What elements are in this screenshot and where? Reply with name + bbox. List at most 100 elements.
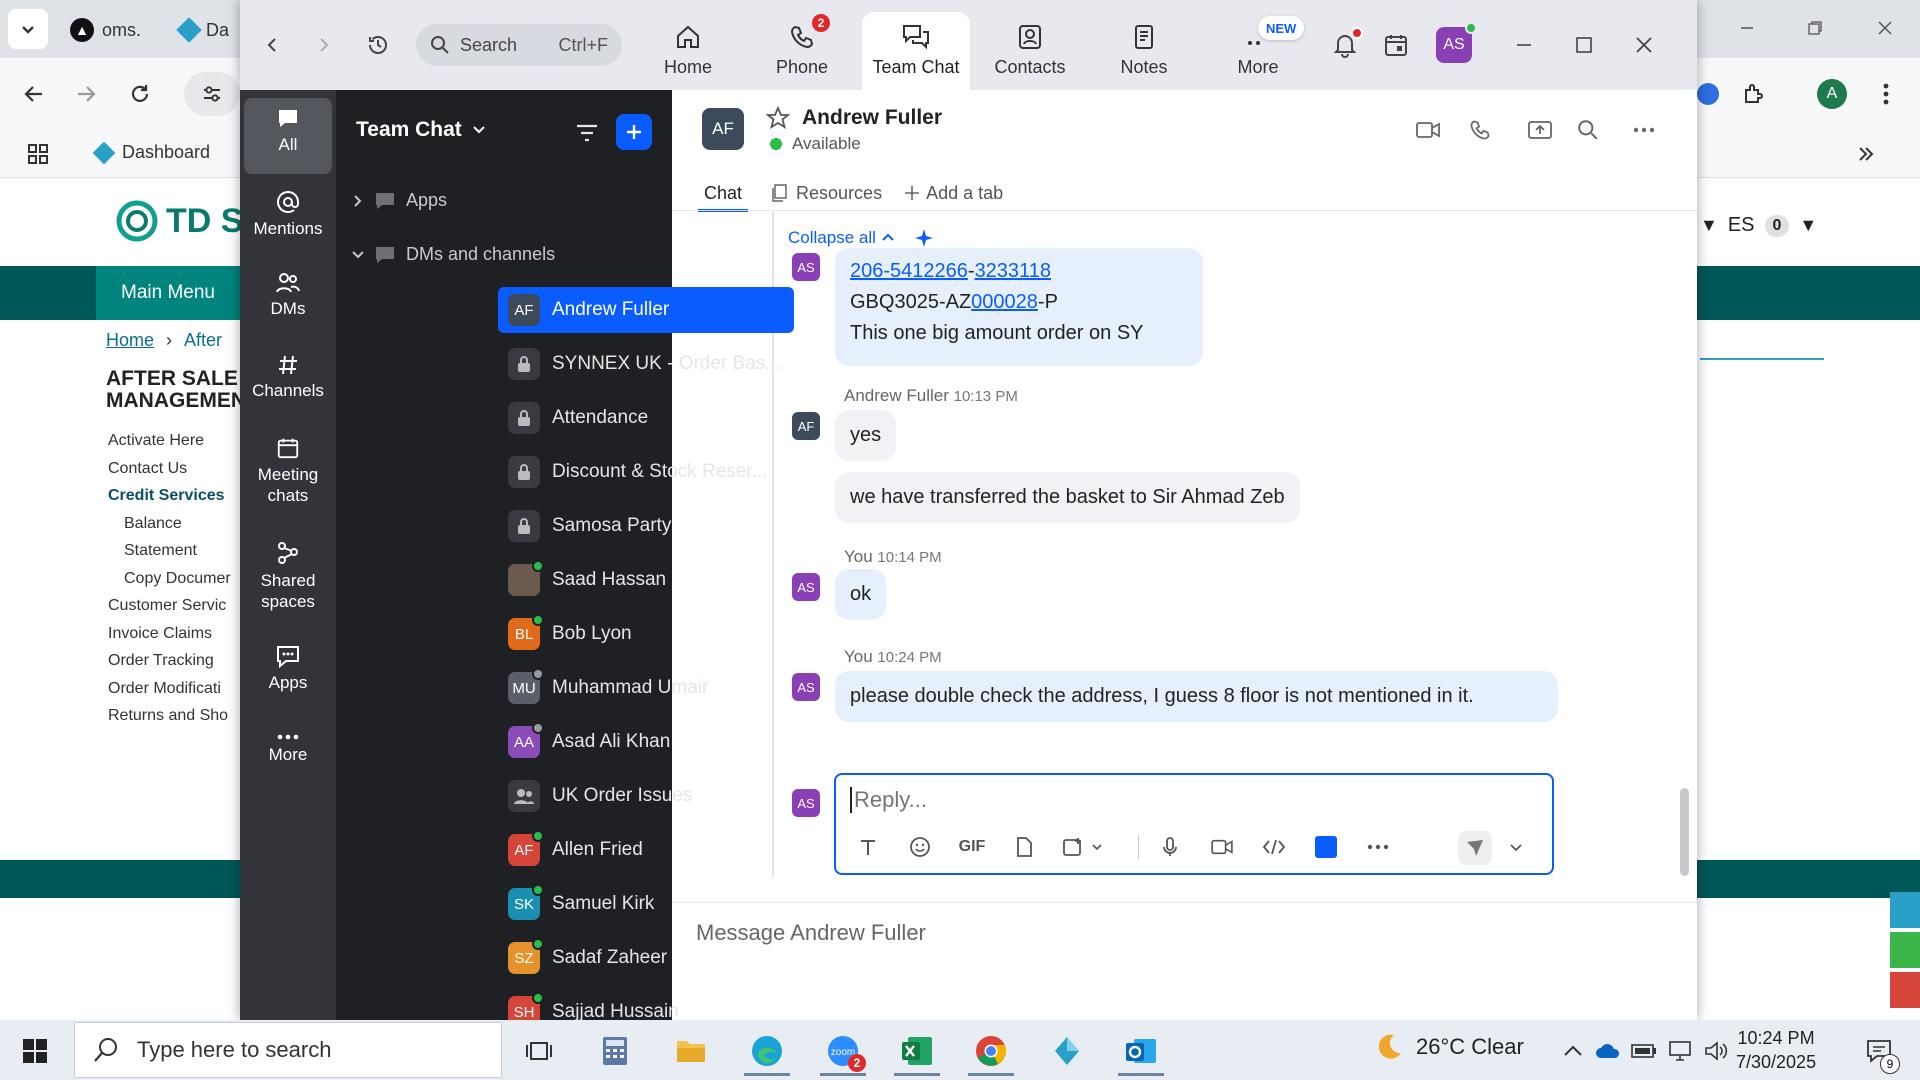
user-avatar[interactable]: AS xyxy=(1436,22,1477,63)
rail-item-apps[interactable]: Apps xyxy=(244,634,332,693)
phone-call-button[interactable] xyxy=(1462,112,1498,148)
taskbar-app-diamond[interactable] xyxy=(1038,1026,1096,1076)
chat-list-item[interactable]: SH Sajjad Hussain xyxy=(498,989,794,1020)
show-hidden-icons-button[interactable] xyxy=(1558,1026,1588,1076)
sender-name[interactable]: Andrew Fuller xyxy=(844,386,949,405)
taskbar-search[interactable]: Type here to search xyxy=(74,1022,502,1078)
emoji-button[interactable] xyxy=(904,831,936,863)
chat-list-item[interactable]: Discount & Stock Reser... xyxy=(498,449,794,495)
chat-list-item[interactable]: UK Order Issues xyxy=(498,773,794,819)
rail-item-more[interactable]: More xyxy=(244,724,332,765)
site-menu-item[interactable]: Contact Us xyxy=(108,460,231,488)
rail-item-dms[interactable]: DMs xyxy=(244,262,332,319)
message-bubble[interactable]: ok xyxy=(835,569,887,620)
contact-name[interactable]: Andrew Fuller xyxy=(802,106,942,130)
calendar-button[interactable] xyxy=(1378,27,1414,63)
chat-list-item[interactable]: SK Samuel Kirk xyxy=(498,881,794,927)
browser-tab-dashboard[interactable]: Da xyxy=(176,12,229,48)
breadcrumb-current[interactable]: After xyxy=(184,330,222,351)
browser-close-button[interactable] xyxy=(1860,8,1910,48)
browser-forward-button[interactable] xyxy=(66,74,106,114)
tab-chat[interactable]: Chat xyxy=(698,178,749,212)
screenshot-button[interactable] xyxy=(1058,831,1106,863)
site-menu-item[interactable]: Activate Here xyxy=(108,432,231,460)
chat-list-item[interactable]: AF Andrew Fuller xyxy=(498,287,794,333)
site-menu-item[interactable]: Credit Services xyxy=(108,487,231,515)
notification-center-button[interactable]: 9 xyxy=(1850,1026,1908,1076)
rail-item-meeting-chats[interactable]: Meeting chats xyxy=(244,426,332,506)
taskbar-outlook[interactable] xyxy=(1112,1026,1170,1076)
contact-avatar[interactable]: AF xyxy=(702,108,744,150)
volume-button[interactable] xyxy=(1700,1026,1732,1076)
message-bubble[interactable]: please double check the address, I guess… xyxy=(835,671,1558,722)
nav-home[interactable]: Home xyxy=(634,12,742,90)
scrollbar-thumb[interactable] xyxy=(1680,788,1689,876)
weather-widget[interactable]: 26°C Clear xyxy=(1374,1032,1524,1062)
site-menu-item[interactable]: Customer Servic xyxy=(108,597,231,625)
bookmarks-overflow-button[interactable] xyxy=(1846,134,1886,174)
task-view-button[interactable] xyxy=(510,1026,568,1076)
side-tab[interactable] xyxy=(1890,932,1920,968)
side-tab[interactable] xyxy=(1890,892,1920,928)
nav-notes[interactable]: Notes xyxy=(1090,12,1198,90)
start-button[interactable] xyxy=(6,1026,64,1076)
message-avatar[interactable]: AS xyxy=(792,253,820,281)
nav-phone[interactable]: Phone 2 xyxy=(748,12,856,90)
zoom-minimize-button[interactable] xyxy=(1506,27,1542,63)
chat-list-item[interactable]: MU Muhammad Umair xyxy=(498,665,794,711)
new-chat-button[interactable] xyxy=(616,114,652,150)
site-menu-item[interactable]: Returns and Sho xyxy=(108,707,231,735)
breadcrumb-home[interactable]: Home xyxy=(106,330,154,351)
nav-more[interactable]: More NEW xyxy=(1204,12,1312,90)
site-menu-item[interactable]: Invoice Claims xyxy=(108,625,231,653)
profile-button[interactable]: A xyxy=(1812,74,1852,114)
reply-input[interactable] xyxy=(850,787,1450,813)
chat-list-item[interactable]: Attendance xyxy=(498,395,794,441)
video-call-button[interactable] xyxy=(1410,112,1446,148)
history-button[interactable] xyxy=(360,27,396,63)
browser-minimize-button[interactable] xyxy=(1722,8,1772,48)
zoom-forward-button[interactable] xyxy=(306,27,342,63)
onedrive-button[interactable] xyxy=(1592,1026,1624,1076)
send-options-button[interactable] xyxy=(1500,831,1532,863)
gif-button[interactable]: GIF xyxy=(956,831,988,863)
conversation-more-button[interactable] xyxy=(1626,112,1662,148)
app-integration-button[interactable] xyxy=(1310,831,1342,863)
site-info-button[interactable] xyxy=(184,72,240,116)
taskbar-excel[interactable] xyxy=(888,1026,946,1076)
dms-channels-section[interactable]: DMs and channels xyxy=(352,244,555,265)
rail-item-all[interactable]: All xyxy=(244,98,332,174)
taskbar-zoom[interactable]: zoom 2 xyxy=(814,1026,872,1076)
browser-back-button[interactable] xyxy=(14,74,54,114)
message-avatar[interactable]: AS xyxy=(792,673,820,701)
team-chat-title-dropdown[interactable]: Team Chat xyxy=(356,118,486,142)
rail-item-channels[interactable]: Channels xyxy=(244,344,332,401)
phone-link[interactable]: 206-5412266 xyxy=(850,260,968,282)
order-link[interactable]: 000028 xyxy=(971,291,1038,313)
tab-resources[interactable]: Resources xyxy=(770,178,882,208)
browser-tab-oms[interactable]: ▲ oms. xyxy=(70,12,141,48)
browser-menu-button[interactable] xyxy=(1866,74,1906,114)
extensions-button[interactable] xyxy=(1734,74,1774,114)
message-bubble[interactable]: we have transferred the basket to Sir Ah… xyxy=(835,472,1300,523)
send-button[interactable] xyxy=(1458,831,1492,865)
notifications-button[interactable] xyxy=(1327,27,1363,63)
video-message-button[interactable] xyxy=(1206,831,1238,863)
phone-link[interactable]: 3233118 xyxy=(975,260,1051,282)
main-menu-button[interactable]: Main Menu xyxy=(96,266,240,320)
star-icon[interactable] xyxy=(766,106,790,130)
add-tab-button[interactable]: Add a tab xyxy=(904,178,1003,208)
chat-list-item[interactable]: Saad Hassan xyxy=(498,557,794,603)
taskbar-chrome[interactable] xyxy=(962,1026,1020,1076)
apps-grid-button[interactable] xyxy=(18,134,58,174)
zoom-back-button[interactable] xyxy=(254,27,290,63)
site-menu-item[interactable]: Statement xyxy=(108,542,231,570)
rail-item-shared-spaces[interactable]: Shared spaces xyxy=(244,530,332,612)
scrollbar-track[interactable] xyxy=(1678,210,1690,880)
browser-reload-button[interactable] xyxy=(120,74,160,114)
taskbar-calculator[interactable] xyxy=(586,1026,644,1076)
message-avatar[interactable]: AF xyxy=(792,412,820,440)
message-bubble[interactable]: yes xyxy=(835,410,897,461)
chat-list-item[interactable]: SZ Sadaf Zaheer xyxy=(498,935,794,981)
chat-list-item[interactable]: AF Allen Fried xyxy=(498,827,794,873)
